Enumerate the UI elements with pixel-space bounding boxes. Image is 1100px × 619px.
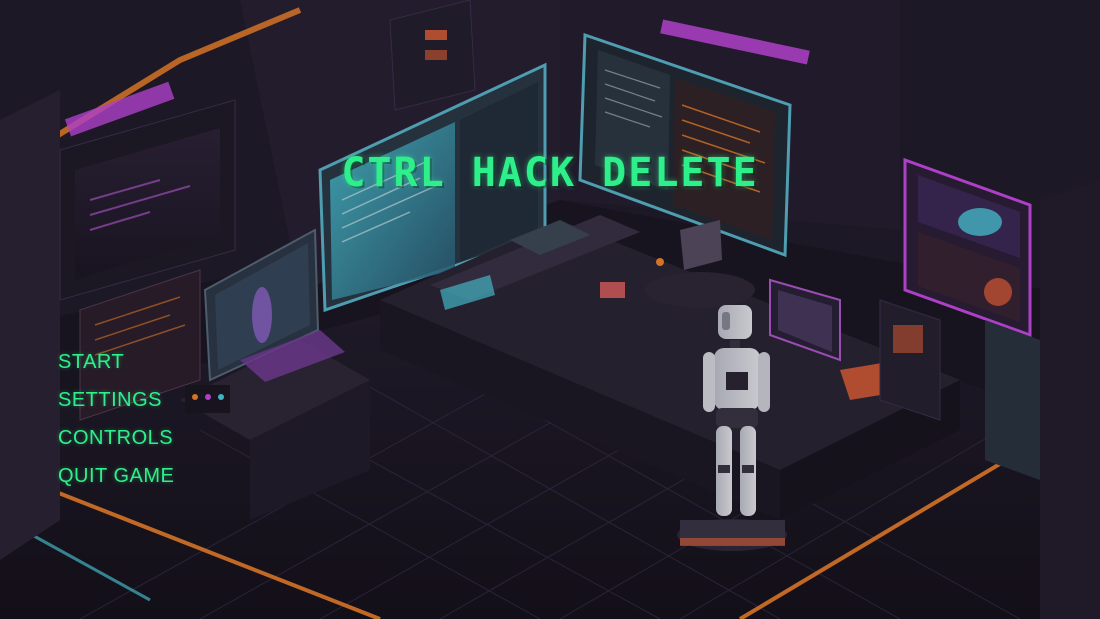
menu-controls-button[interactable]: CONTROLS: [58, 426, 174, 464]
main-menu: START SETTINGS CONTROLS QUIT GAME: [58, 350, 174, 502]
menu-quit-game-button[interactable]: QUIT GAME: [58, 464, 174, 502]
game-title: CTRL HACK DELETE: [341, 150, 759, 196]
background-scene: [0, 0, 1100, 619]
menu-start-button[interactable]: START: [58, 350, 174, 388]
menu-settings-button[interactable]: SETTINGS: [58, 388, 174, 426]
